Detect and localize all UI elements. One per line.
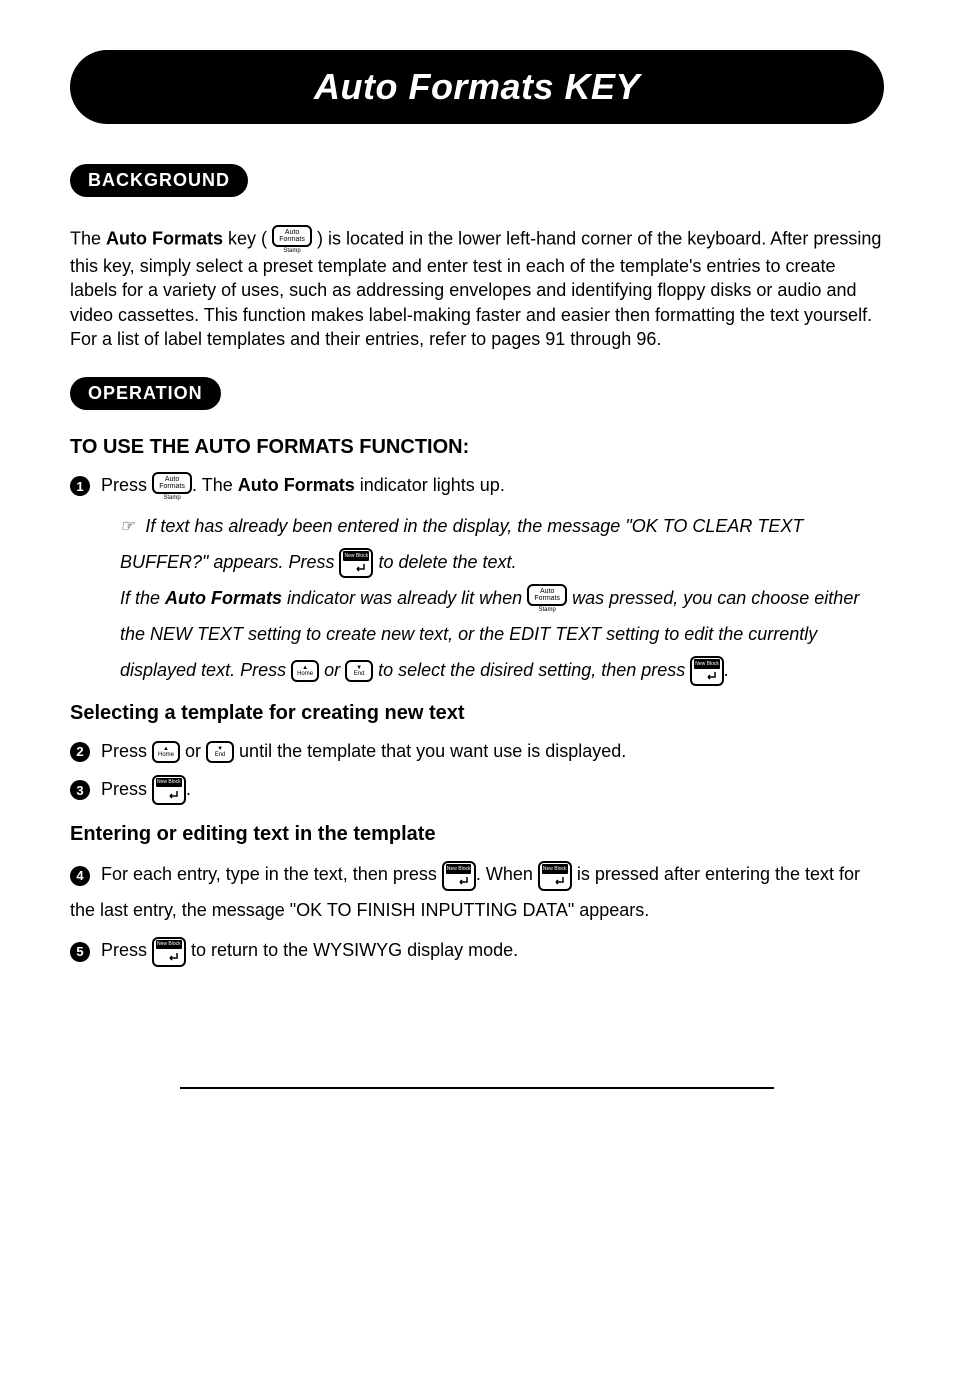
step-1: 1 Press AutoFormats Stamp . The Auto Forma… [70,469,884,501]
key-label: Home [297,671,313,677]
step-number-icon: 3 [70,780,90,800]
end-key-icon: ▼End [206,741,234,763]
key-label: New Block [446,864,472,874]
key-label: Formats [534,595,560,602]
step-number-icon: 4 [70,866,90,886]
key-label: Formats [159,483,185,490]
text: For each entry, type in the text, then p… [101,864,442,884]
end-key-icon: ▼End [345,660,373,682]
text: . The [192,475,238,495]
key-sublabel: Stamp [163,495,180,501]
text: . When [476,864,538,884]
bold-text: Auto Formats [165,588,282,608]
enter-key-icon: New Block [339,548,373,578]
text: Press [101,741,152,761]
key-label: End [354,671,365,677]
pointer-icon: ☞ [120,511,134,543]
text: The [70,228,106,248]
key-label: Home [158,752,174,758]
enter-key-icon: New Block [152,937,186,967]
auto-formats-key-icon: AutoFormats Stamp [272,225,312,254]
key-label: Formats [279,236,305,243]
key-sublabel: Stamp [538,607,555,613]
step-number-icon: 5 [70,942,90,962]
text: indicator was already lit when [282,588,527,608]
key-label: Auto [165,476,179,483]
key-label: Auto [285,229,299,236]
text: to select the disired setting, then pres… [373,660,690,680]
key-label: New Block [542,864,568,874]
home-key-icon: ▲Home [152,741,180,763]
key-label: Auto [540,588,554,595]
auto-formats-key-icon: AutoFormats Stamp [152,472,192,501]
enter-key-icon: New Block [152,775,186,805]
enter-key-icon: New Block [538,861,572,891]
step-5: 5 Press New Block to return to the WYSIW… [70,934,884,966]
background-paragraph: The Auto Formats key ( AutoFormatsStamp … [70,225,884,351]
text: to return to the WYSIWYG display mode. [186,940,518,960]
step-2: 2 Press ▲Home or ▼End until the template… [70,735,884,767]
auto-formats-key-icon: AutoFormats Stamp [527,584,567,613]
text: to delete the text. [373,552,516,572]
text: If the [120,588,165,608]
key-label: New Block [343,551,369,561]
bold-text: Auto Formats [238,475,355,495]
section-pill-background: BACKGROUND [70,164,248,197]
key-label: New Block [156,778,182,787]
step-number-icon: 1 [70,476,90,496]
text: . [186,779,191,799]
page-title: Auto Formats KEY [314,66,640,107]
entering-editing-heading: Entering or editing text in the template [70,823,884,846]
note-block: ☞ If text has already been entered in th… [120,508,884,688]
step-number-icon: 2 [70,742,90,762]
key-sublabel: Stamp [283,248,300,254]
enter-key-icon: New Block [442,861,476,891]
enter-key-icon: New Block [690,656,724,686]
key-label: New Block [156,940,182,949]
text: or [319,660,345,680]
text: Press [101,779,152,799]
section-pill-operation: OPERATION [70,377,221,410]
text: until the template that you want use is … [234,741,626,761]
step-3: 3 Press New Block. [70,773,884,805]
title-bar: Auto Formats KEY [70,50,884,124]
text: Press [101,475,152,495]
selecting-template-heading: Selecting a template for creating new te… [70,702,884,725]
home-key-icon: ▲Home [291,660,319,682]
text: indicator lights up. [355,475,505,495]
footer-rule [180,1087,774,1089]
text: or [180,741,206,761]
key-label: New Block [694,659,720,669]
text: Press [101,940,152,960]
operation-heading: TO USE THE AUTO FORMATS FUNCTION: [70,436,884,459]
step-4: 4 For each entry, type in the text, then… [70,856,884,928]
text: key ( [223,228,272,248]
text: . [724,660,729,680]
bold-text: Auto Formats [106,228,223,248]
key-label: End [215,752,226,758]
page: Auto Formats KEY BACKGROUND The Auto For… [0,0,954,1129]
